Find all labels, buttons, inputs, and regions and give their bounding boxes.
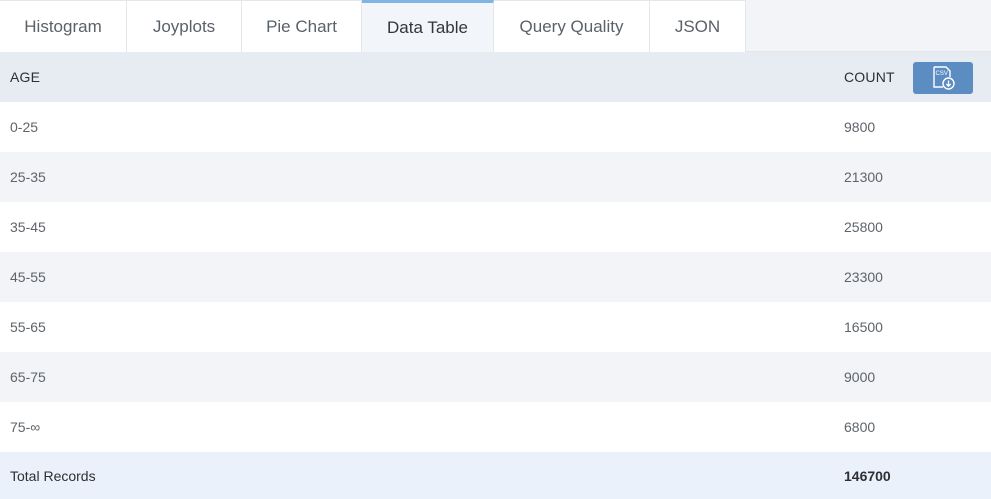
count-cell: 16500 — [844, 319, 883, 335]
table-body: 0-25 9800 25-35 21300 35-45 25800 45-55 … — [0, 102, 991, 499]
count-cell: 23300 — [844, 269, 883, 285]
tab-joyplots[interactable]: Joyplots — [127, 0, 242, 52]
export-csv-button[interactable]: CSV — [913, 62, 973, 94]
table-row: 55-65 16500 — [0, 302, 991, 352]
count-cell: 9000 — [844, 369, 876, 385]
age-cell: 0-25 — [10, 119, 39, 135]
csv-icon-label: CSV — [936, 71, 948, 77]
tab-pie-chart[interactable]: Pie Chart — [242, 0, 362, 52]
age-cell: 65-75 — [10, 369, 46, 385]
count-cell: 6800 — [844, 419, 876, 435]
tab-json[interactable]: JSON — [650, 0, 746, 52]
count-cell: 21300 — [844, 169, 883, 185]
total-row: Total Records 146700 — [0, 452, 991, 499]
age-cell: 75-∞ — [10, 419, 41, 435]
age-cell: 25-35 — [10, 169, 46, 185]
table-row: 45-55 23300 — [0, 252, 991, 302]
column-header-count[interactable]: COUNT — [844, 69, 895, 85]
total-value: 146700 — [844, 467, 891, 484]
table-row: 65-75 9000 — [0, 352, 991, 402]
total-label: Total Records — [10, 467, 96, 484]
csv-download-icon: CSV — [933, 66, 955, 90]
tab-data-table[interactable]: Data Table — [362, 0, 494, 52]
tab-query-quality[interactable]: Query Quality — [494, 0, 650, 52]
age-cell: 35-45 — [10, 219, 46, 235]
count-cell: 25800 — [844, 219, 883, 235]
table-header: AGE COUNT CSV — [0, 52, 991, 102]
age-cell: 45-55 — [10, 269, 46, 285]
table-row: 35-45 25800 — [0, 202, 991, 252]
table-row: 25-35 21300 — [0, 152, 991, 202]
count-cell: 9800 — [844, 119, 876, 135]
table-row: 0-25 9800 — [0, 102, 991, 152]
tab-histogram[interactable]: Histogram — [0, 0, 127, 52]
age-cell: 55-65 — [10, 319, 46, 335]
column-header-age[interactable]: AGE — [10, 69, 40, 85]
tab-bar: Histogram Joyplots Pie Chart Data Table … — [0, 0, 991, 52]
table-row: 75-∞ 6800 — [0, 402, 991, 452]
